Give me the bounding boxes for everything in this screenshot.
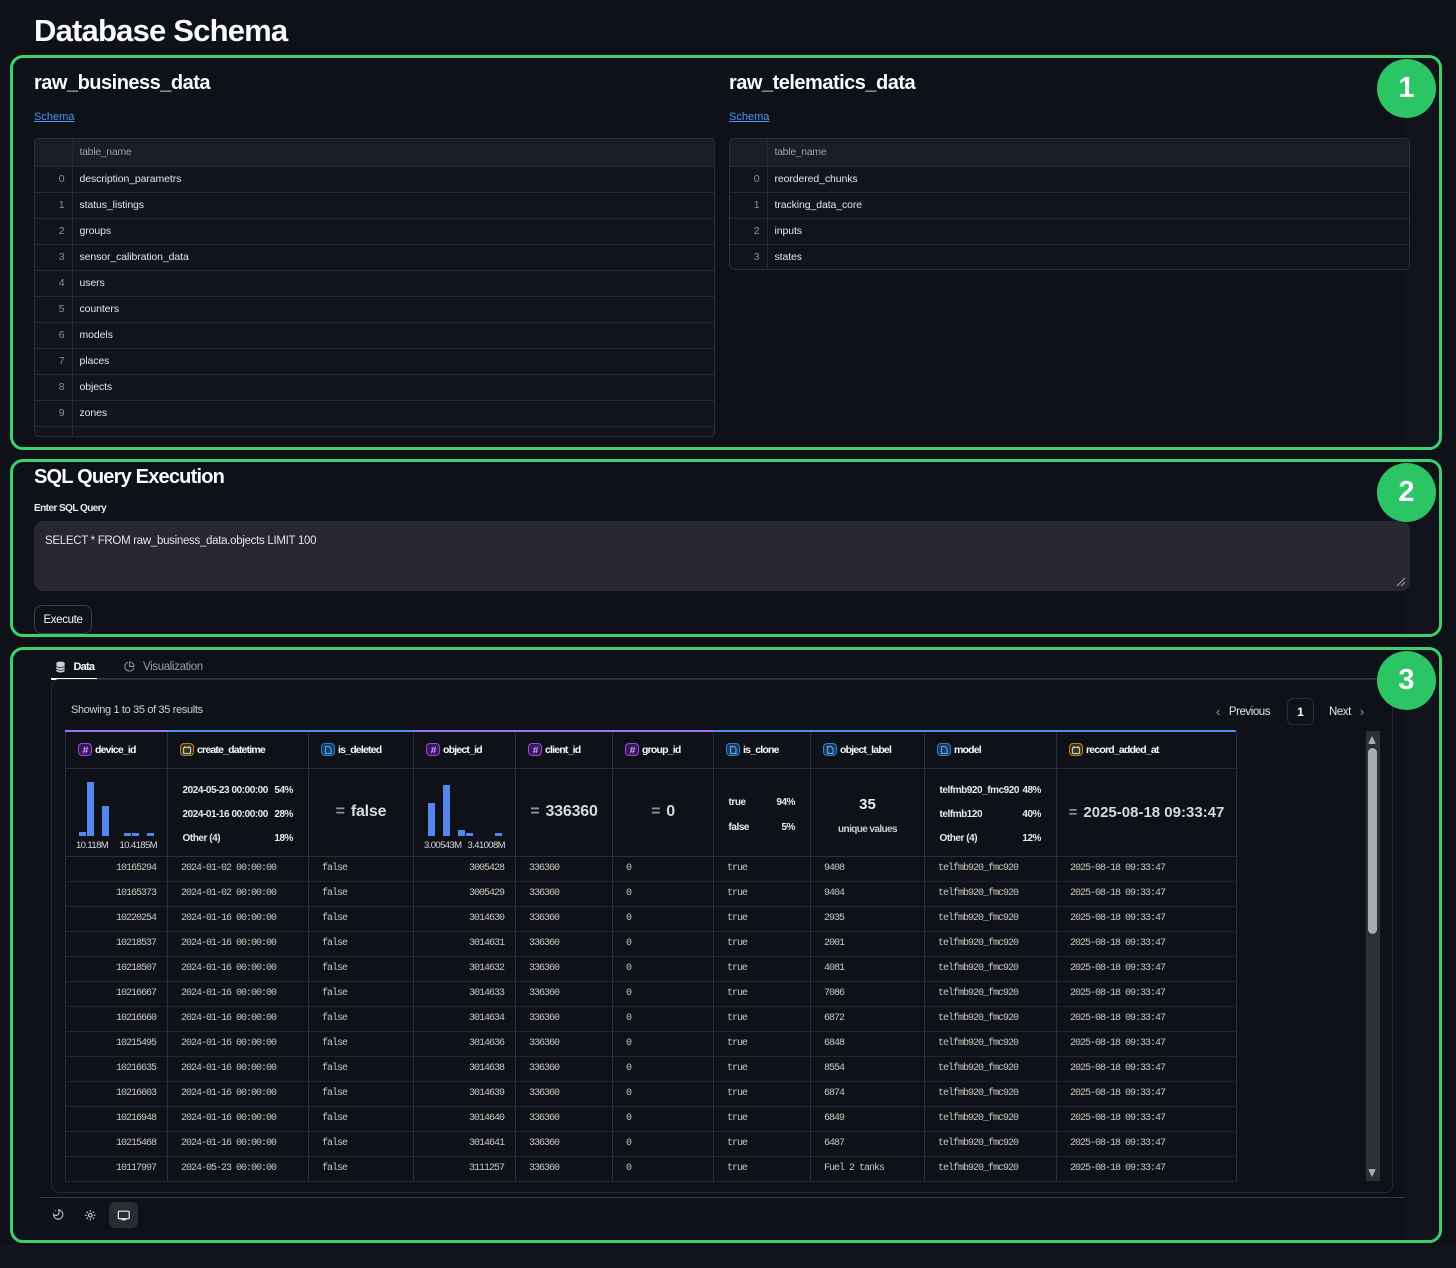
svg-text:#: # (430, 745, 436, 755)
svg-text:#: # (532, 745, 538, 755)
svg-text:#: # (629, 745, 635, 755)
svg-text:#: # (82, 745, 88, 755)
